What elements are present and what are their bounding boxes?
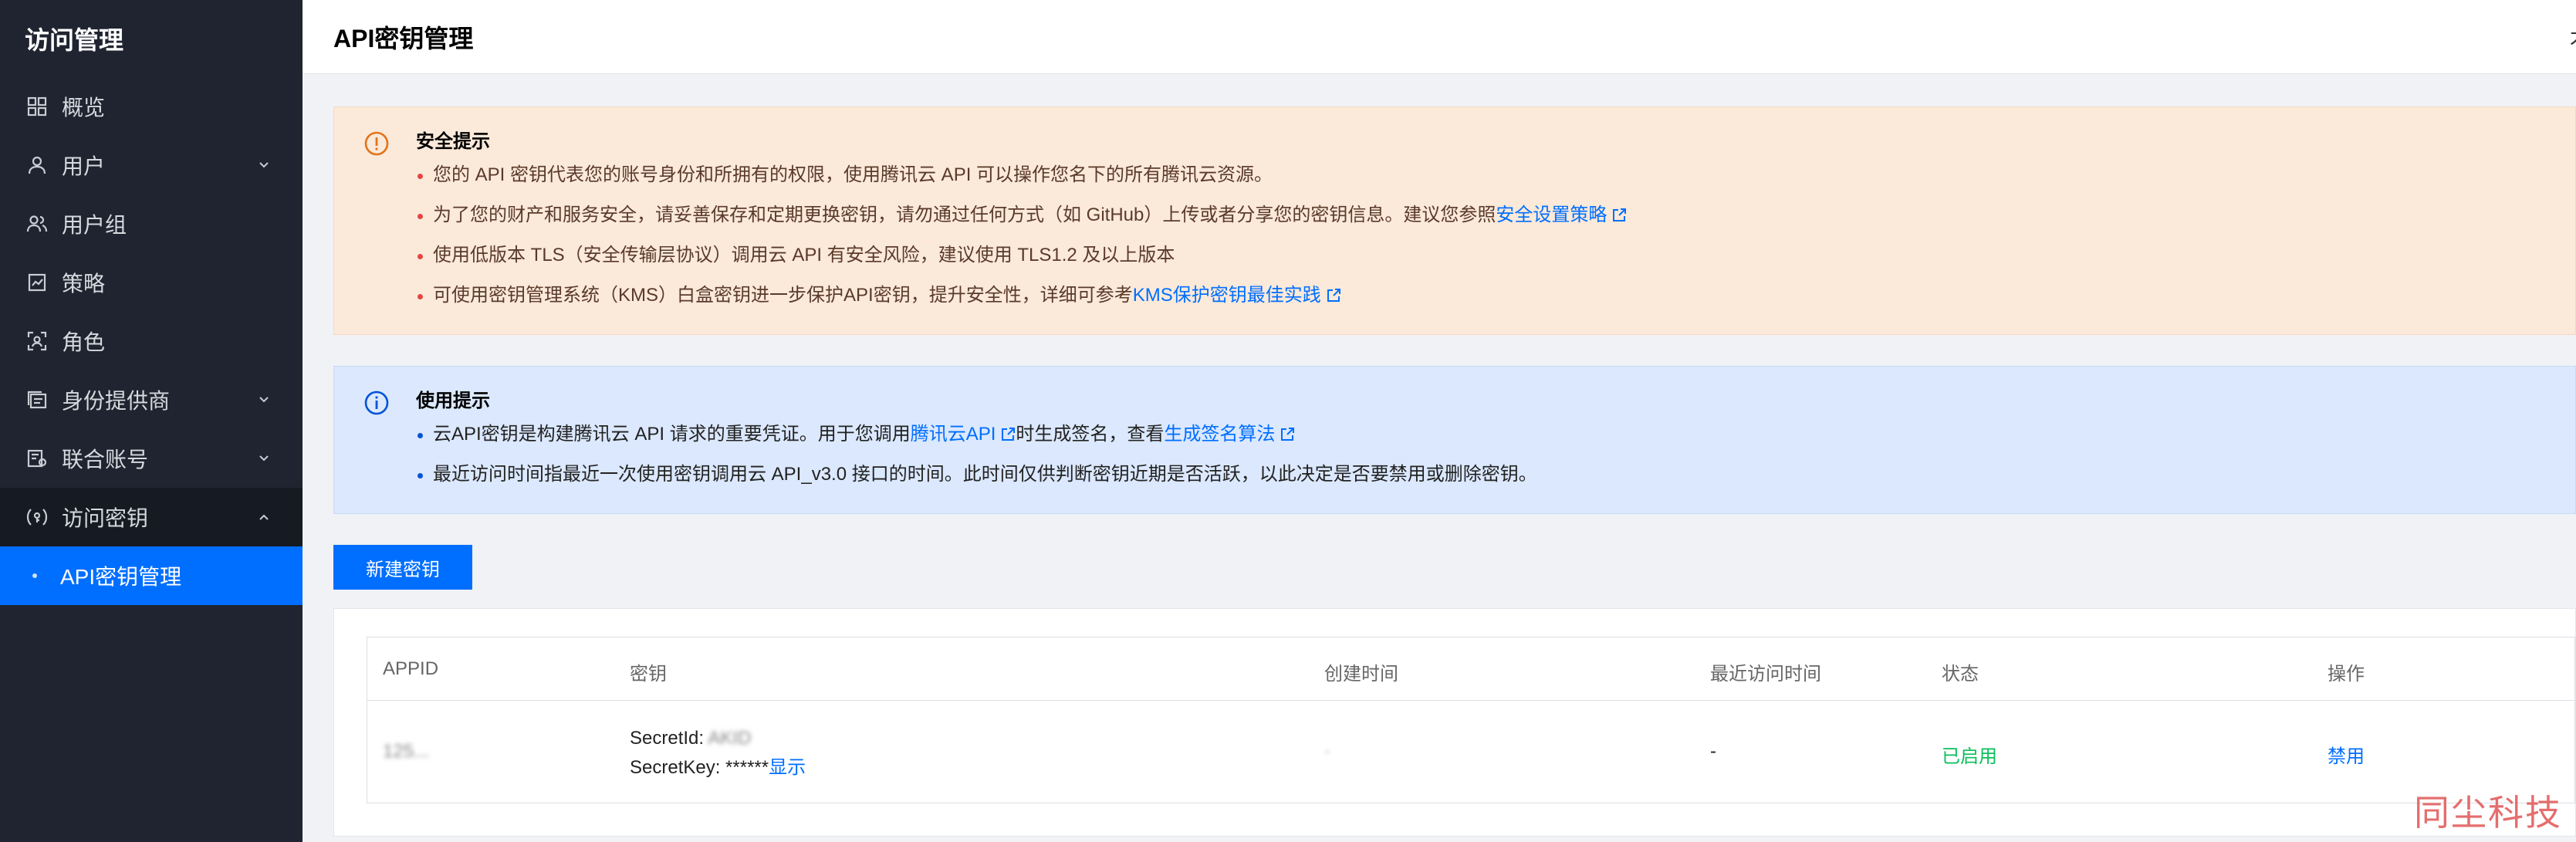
table-header: APPID 密钥 创建时间 最近访问时间 状态 操作 <box>367 637 2574 701</box>
notice-text: 时生成签名，查看 <box>1016 424 1165 445</box>
notice-text: 最近访问时间指最近一次使用密钥调用云 API_v3.0 接口的时间。此时间仅供判… <box>433 464 1537 485</box>
chevron-down-icon <box>256 451 272 466</box>
column-header-key: 密钥 <box>630 664 667 685</box>
secret-id-line: SecretId: AKID <box>630 724 806 753</box>
sidebar-subitem-label: API密钥管理 <box>60 565 182 589</box>
user-group-icon <box>25 211 49 236</box>
notice-item: 可使用密钥管理系统（KMS）白盒密钥进一步保护API密钥，提升安全性，详细可参考… <box>416 276 2575 316</box>
chevron-up-icon <box>256 509 272 525</box>
column-header-status: 状态 <box>1942 664 1979 685</box>
sidebar-item-label: 角色 <box>62 330 106 354</box>
notice-list: 云API密钥是构建腾讯云 API 请求的重要凭证。用于您调用腾讯云API 时生成签… <box>416 414 2575 495</box>
external-link-icon[interactable] <box>1611 205 1627 221</box>
warning-icon <box>363 130 390 157</box>
notice-item: 您的 API 密钥代表您的账号身份和所拥有的权限，使用腾讯云 API 可以操作您… <box>416 155 2575 195</box>
sidebar-item-overview[interactable]: 概览 <box>0 77 303 136</box>
chevron-down-icon <box>256 157 272 173</box>
tencent-cloud-api-link[interactable]: 腾讯云API <box>911 424 996 445</box>
federated-account-icon <box>25 446 49 471</box>
notice-item: 为了您的财产和服务安全，请妥善保存和定期更换密钥，请勿通过任何方式（如 GitH… <box>416 195 2575 235</box>
header-right-text[interactable]: 才 <box>2570 23 2576 52</box>
sidebar-item-policies[interactable]: 策略 <box>0 253 303 312</box>
column-header-last-access: 最近访问时间 <box>1710 664 1821 685</box>
sidebar-item-federated-accounts[interactable]: 联合账号 <box>0 429 303 488</box>
signature-algorithm-link[interactable]: 生成签名算法 <box>1164 424 1275 445</box>
key-cell: SecretId: AKID SecretKey: ******显示 <box>630 724 806 783</box>
identity-provider-icon <box>25 387 49 412</box>
sidebar-item-label: 用户 <box>62 154 106 178</box>
sidebar-item-label: 访问密钥 <box>62 506 149 530</box>
role-icon <box>25 329 49 353</box>
sidebar: 访问管理 概览 用户 用户组 策略 角色 身份提供商 联合账号 访问密钥 API… <box>0 0 303 842</box>
sidebar-title: 访问管理 <box>25 26 124 54</box>
disable-key-link[interactable]: 禁用 <box>2328 741 2365 768</box>
column-header-appid: APPID <box>383 658 439 679</box>
appid-value: 125... <box>383 741 430 762</box>
new-key-button[interactable]: 新建密钥 <box>333 545 472 590</box>
notice-text: 云API密钥是构建腾讯云 API 请求的重要凭证。用于您调用 <box>433 424 911 445</box>
notice-text: 您的 API 密钥代表您的账号身份和所拥有的权限，使用腾讯云 API 可以操作您… <box>433 164 1273 185</box>
secret-id-value: AKID <box>708 728 752 749</box>
sidebar-item-users[interactable]: 用户 <box>0 136 303 194</box>
sidebar-item-label: 策略 <box>62 272 106 296</box>
notice-item: 使用低版本 TLS（安全传输层协议）调用云 API 有安全风险，建议使用 TLS… <box>416 235 2575 276</box>
notice-text: 使用低版本 TLS（安全传输层协议）调用云 API 有安全风险，建议使用 TLS… <box>433 245 1175 265</box>
column-header-created: 创建时间 <box>1324 664 1398 685</box>
notice-text: 可使用密钥管理系统（KMS）白盒密钥进一步保护API密钥，提升安全性，详细可参考 <box>433 285 1133 306</box>
sidebar-item-identity-providers[interactable]: 身份提供商 <box>0 370 303 429</box>
page-title: API密钥管理 <box>333 24 474 52</box>
usage-notice: 使用提示 云API密钥是构建腾讯云 API 请求的重要凭证。用于您调用腾讯云AP… <box>333 366 2576 514</box>
sidebar-subitem-api-key-management[interactable]: API密钥管理 <box>0 546 303 605</box>
key-table: APPID 密钥 创建时间 最近访问时间 状态 操作 125... Secret… <box>367 637 2575 803</box>
info-icon <box>363 390 390 416</box>
sidebar-item-label: 联合账号 <box>62 448 149 472</box>
sidebar-item-user-groups[interactable]: 用户组 <box>0 194 303 253</box>
key-table-card: APPID 密钥 创建时间 最近访问时间 状态 操作 125... Secret… <box>333 608 2576 837</box>
dashboard-icon <box>25 94 49 119</box>
watermark: 同尘科技 <box>2414 792 2562 834</box>
secret-key-line: SecretKey: ******显示 <box>630 753 806 783</box>
notice-item: 最近访问时间指最近一次使用密钥调用云 API_v3.0 接口的时间。此时间仅供判… <box>416 455 2575 495</box>
notice-text: 为了您的财产和服务安全，请妥善保存和定期更换密钥，请勿通过任何方式（如 GitH… <box>433 205 1496 225</box>
table-row: 125... SecretId: AKID SecretKey: ******显… <box>367 701 2574 803</box>
security-notice: 安全提示 您的 API 密钥代表您的账号身份和所拥有的权限，使用腾讯云 API … <box>333 107 2576 335</box>
kms-best-practice-link[interactable]: KMS保护密钥最佳实践 <box>1133 285 1321 306</box>
sidebar-item-label: 概览 <box>62 96 106 120</box>
show-secret-key-link[interactable]: 显示 <box>769 757 806 778</box>
policy-icon <box>25 270 49 295</box>
sidebar-item-label: 身份提供商 <box>62 389 171 413</box>
created-time-value: · <box>1324 741 1330 762</box>
sidebar-item-access-keys[interactable]: 访问密钥 <box>0 488 303 546</box>
external-link-icon[interactable] <box>1280 424 1295 441</box>
status-badge: 已启用 <box>1942 746 1997 767</box>
external-link-icon[interactable] <box>1326 285 1341 302</box>
security-policy-link[interactable]: 安全设置策略 <box>1496 205 1607 225</box>
access-key-icon <box>25 505 49 529</box>
sidebar-item-roles[interactable]: 角色 <box>0 312 303 370</box>
notice-title: 使用提示 <box>416 391 490 411</box>
external-link-icon[interactable] <box>1000 424 1016 441</box>
secret-id-label: SecretId: <box>630 728 705 749</box>
column-header-actions: 操作 <box>2328 664 2365 685</box>
user-icon <box>25 153 49 178</box>
last-access-value: - <box>1710 741 1716 762</box>
notice-title: 安全提示 <box>416 131 490 152</box>
sidebar-item-label: 用户组 <box>62 213 127 237</box>
secret-key-label: SecretKey: ****** <box>630 757 769 778</box>
active-dot-icon <box>32 573 37 578</box>
chevron-down-icon <box>256 392 272 407</box>
notice-item: 云API密钥是构建腾讯云 API 请求的重要凭证。用于您调用腾讯云API 时生成签… <box>416 414 2575 455</box>
notice-list: 您的 API 密钥代表您的账号身份和所拥有的权限，使用腾讯云 API 可以操作您… <box>416 155 2575 316</box>
page-header: API密钥管理 才 <box>303 0 2576 74</box>
